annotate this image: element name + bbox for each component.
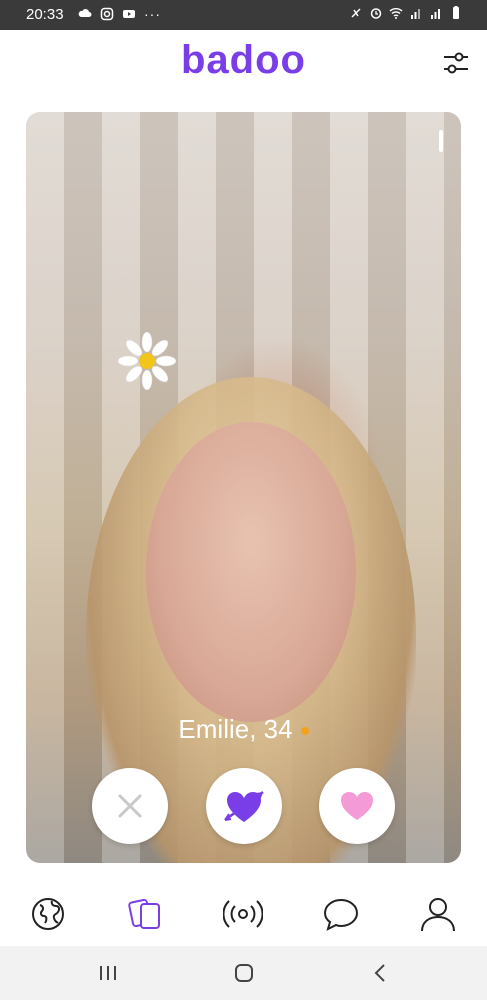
online-status-dot bbox=[300, 727, 309, 736]
cards-icon bbox=[128, 898, 160, 929]
close-icon bbox=[118, 794, 142, 818]
back-button[interactable] bbox=[365, 960, 395, 986]
profile-name-age: Emilie, 34 bbox=[26, 714, 461, 745]
recents-button[interactable] bbox=[93, 960, 123, 986]
status-bar: 20:33 ··· bbox=[0, 0, 487, 30]
home-icon bbox=[235, 964, 253, 982]
photo-progress-indicator bbox=[439, 130, 443, 152]
system-navigation-bar bbox=[0, 946, 487, 1000]
globe-icon bbox=[32, 898, 64, 930]
nav-messages[interactable] bbox=[321, 894, 361, 934]
chat-bubble-icon bbox=[323, 898, 359, 931]
recents-icon bbox=[100, 966, 116, 980]
youtube-icon bbox=[123, 10, 135, 18]
mute-icon bbox=[351, 8, 361, 18]
like-button[interactable] bbox=[319, 768, 395, 844]
signal-icon bbox=[411, 9, 420, 19]
nav-live[interactable] bbox=[223, 894, 263, 934]
nav-encounters[interactable] bbox=[126, 894, 166, 934]
bottom-navigation bbox=[0, 880, 487, 946]
photo-face bbox=[146, 422, 356, 722]
home-button[interactable] bbox=[229, 960, 259, 986]
name-age-text: Emilie, 34 bbox=[178, 714, 293, 744]
status-right-icons bbox=[349, 6, 463, 20]
filter-sliders-icon bbox=[444, 52, 468, 74]
crush-button[interactable] bbox=[206, 768, 282, 844]
more-dots-icon: ··· bbox=[144, 6, 161, 22]
filter-button[interactable] bbox=[439, 46, 473, 80]
signal-icon-2 bbox=[431, 9, 440, 19]
daisy-filter-icon bbox=[118, 332, 176, 390]
heart-icon bbox=[341, 792, 373, 820]
instagram-icon bbox=[100, 7, 114, 21]
person-icon bbox=[421, 898, 455, 932]
dislike-button[interactable] bbox=[92, 768, 168, 844]
profile-card[interactable]: Emilie, 34 bbox=[26, 112, 461, 863]
status-left-icons: ··· bbox=[78, 6, 161, 22]
status-time: 20:33 bbox=[26, 6, 64, 23]
alarm-icon bbox=[370, 8, 382, 19]
card-actions bbox=[26, 768, 461, 844]
badoo-logo: badoo bbox=[181, 38, 306, 82]
nav-people-nearby[interactable] bbox=[28, 894, 68, 934]
battery-icon bbox=[453, 6, 459, 19]
back-icon bbox=[374, 964, 385, 982]
wifi-icon bbox=[389, 8, 403, 19]
nav-profile[interactable] bbox=[418, 894, 458, 934]
broadcast-icon bbox=[223, 900, 263, 928]
heart-arrow-icon bbox=[224, 790, 264, 822]
app-header: badoo bbox=[0, 30, 487, 102]
cloud-icon bbox=[78, 9, 92, 17]
